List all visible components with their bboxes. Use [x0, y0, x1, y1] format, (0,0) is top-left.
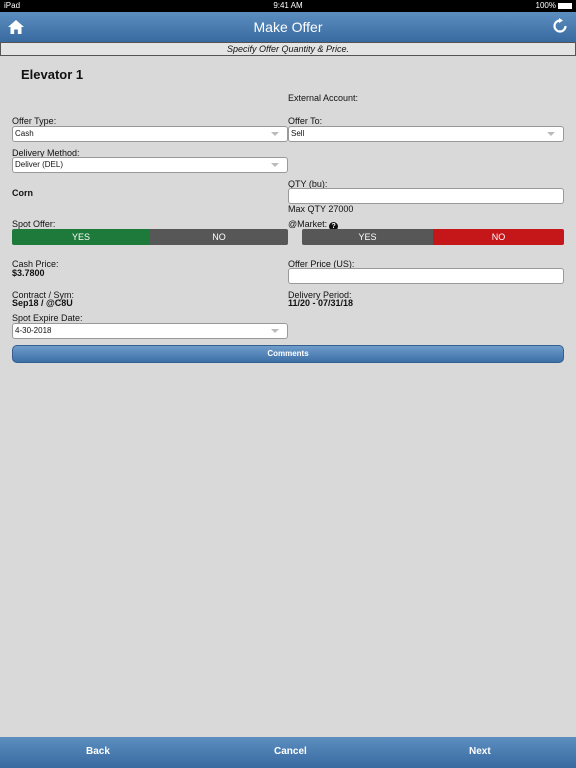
qty-input[interactable] — [288, 188, 564, 204]
location-title: Elevator 1 — [21, 67, 84, 82]
spot-offer-yes-button[interactable]: YES — [12, 229, 150, 245]
bottom-toolbar: Back Cancel Next — [0, 737, 576, 768]
offer-to-label: Offer To: — [288, 116, 323, 126]
market-no-button[interactable]: NO — [433, 229, 564, 245]
navigation-bar: Make Offer — [0, 12, 576, 42]
next-button[interactable]: Next — [469, 746, 491, 757]
page-title: Make Offer — [253, 19, 323, 35]
battery-indicator: 100% — [536, 1, 572, 10]
battery-percent: 100% — [535, 1, 556, 10]
back-button[interactable]: Back — [86, 746, 110, 757]
commodity-name: Corn — [12, 188, 33, 198]
dropdown-arrow-icon — [271, 132, 279, 136]
offer-type-value: Cash — [15, 129, 34, 138]
offer-price-input[interactable] — [288, 268, 564, 284]
spot-offer-no-button[interactable]: NO — [150, 229, 288, 245]
dropdown-arrow-icon — [271, 163, 279, 167]
clock: 9:41 AM — [273, 1, 303, 10]
market-label: @Market: — [288, 219, 328, 229]
external-account-label: External Account: — [288, 93, 359, 103]
spot-offer-label: Spot Offer: — [12, 219, 56, 229]
spot-expire-label: Spot Expire Date: — [12, 313, 83, 323]
spot-expire-value: 4-30-2018 — [15, 326, 52, 335]
max-qty-text: Max QTY 27000 — [288, 204, 354, 214]
cancel-button[interactable]: Cancel — [274, 746, 307, 757]
spot-offer-toggle: YES NO — [12, 229, 288, 245]
market-toggle: YES NO — [302, 229, 564, 245]
instruction-banner: Specify Offer Quantity & Price. — [0, 42, 576, 56]
dropdown-arrow-icon — [271, 329, 279, 333]
refresh-icon[interactable] — [552, 18, 568, 34]
delivery-period-value: 11/20 - 07/31/18 — [288, 298, 354, 308]
offer-to-select[interactable]: Sell — [288, 126, 564, 142]
delivery-method-select[interactable]: Deliver (DEL) — [12, 157, 288, 173]
market-yes-button[interactable]: YES — [302, 229, 433, 245]
offer-type-select[interactable]: Cash — [12, 126, 288, 142]
dropdown-arrow-icon — [547, 132, 555, 136]
battery-icon — [558, 3, 572, 9]
offer-type-label: Offer Type: — [12, 116, 57, 126]
contract-value: Sep18 / @C8U — [12, 298, 73, 308]
status-bar: iPad 9:41 AM 100% — [0, 0, 576, 12]
spot-expire-select[interactable]: 4-30-2018 — [12, 323, 288, 339]
delivery-method-value: Deliver (DEL) — [15, 160, 64, 169]
offer-to-value: Sell — [291, 129, 305, 138]
cash-price-value: $3.7800 — [12, 268, 45, 278]
comments-button[interactable]: Comments — [12, 345, 564, 363]
